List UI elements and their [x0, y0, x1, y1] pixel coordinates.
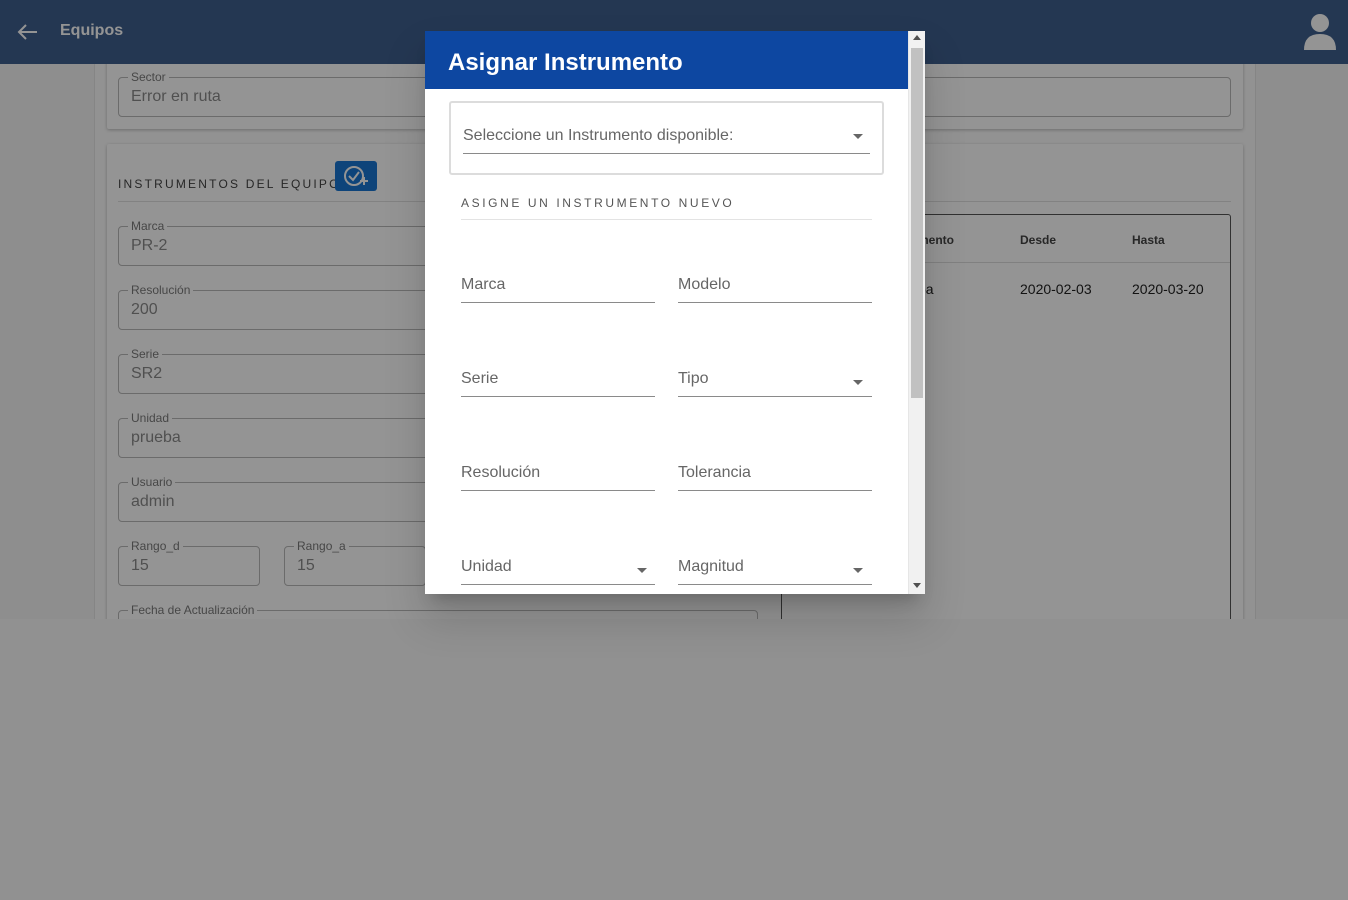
magnitud-select[interactable]: Magnitud	[678, 555, 872, 585]
tipo-select[interactable]: Tipo	[678, 367, 872, 397]
dialog-header: Asignar Instrumento	[425, 31, 908, 89]
available-instrument-select[interactable]: Seleccione un Instrumento disponible:	[463, 117, 870, 154]
field-label: Tipo	[678, 370, 709, 387]
assign-instrument-dialog: Asignar Instrumento Seleccione un Instru…	[425, 31, 925, 594]
dropdown-arrow-icon	[853, 134, 863, 139]
dialog-scrollbar[interactable]	[908, 31, 925, 594]
scrollbar-thumb[interactable]	[911, 48, 923, 398]
field-label: Resolución	[461, 464, 541, 481]
scroll-up-arrow-icon[interactable]	[913, 35, 921, 40]
field-label: Unidad	[461, 558, 512, 575]
dropdown-arrow-icon	[853, 568, 863, 573]
marca-input[interactable]: Marca	[461, 273, 655, 303]
tolerancia-input[interactable]: Tolerancia	[678, 461, 872, 491]
available-instrument-box: Seleccione un Instrumento disponible:	[449, 101, 884, 175]
resolucion-input[interactable]: Resolución	[461, 461, 655, 491]
dialog-title: Asignar Instrumento	[448, 49, 683, 76]
field-label: Modelo	[678, 276, 731, 293]
select-label: Seleccione un Instrumento disponible:	[463, 127, 734, 144]
serie-input[interactable]: Serie	[461, 367, 655, 397]
field-label: Tolerancia	[678, 464, 751, 481]
dropdown-arrow-icon	[853, 380, 863, 385]
field-label: Serie	[461, 370, 499, 387]
dropdown-arrow-icon	[637, 568, 647, 573]
new-instrument-section-title: ASIGNE UN INSTRUMENTO NUEVO	[461, 196, 735, 210]
scroll-down-arrow-icon[interactable]	[913, 583, 921, 588]
section-divider	[461, 219, 872, 220]
field-label: Marca	[461, 276, 506, 293]
field-label: Magnitud	[678, 558, 744, 575]
modelo-input[interactable]: Modelo	[678, 273, 872, 303]
unidad-select[interactable]: Unidad	[461, 555, 655, 585]
